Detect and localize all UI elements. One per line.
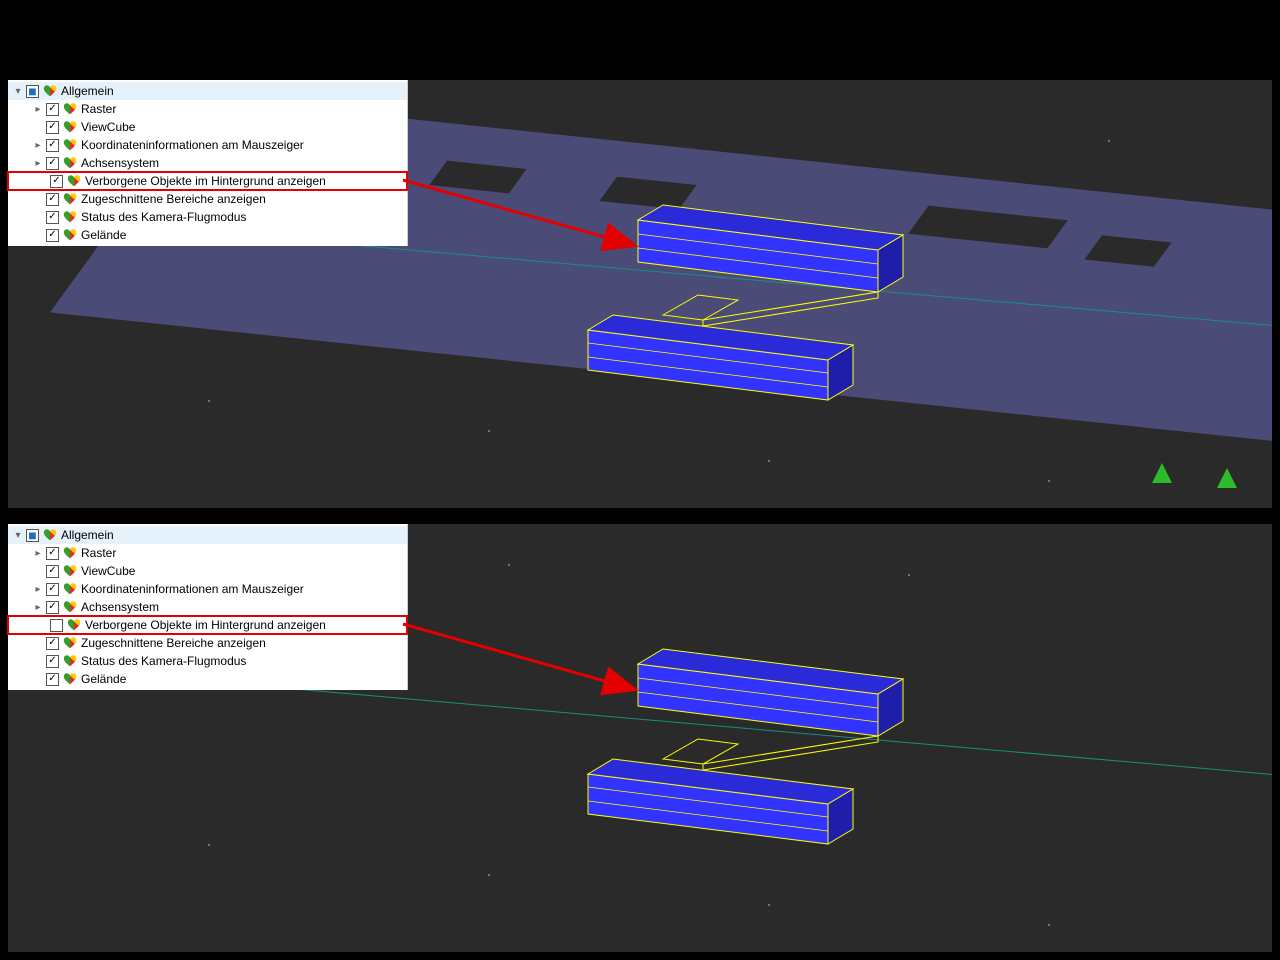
expander-icon[interactable]: ▸ <box>32 547 44 559</box>
tree-item-label: Koordinateninformationen am Mauszeiger <box>81 138 403 152</box>
checkbox[interactable] <box>50 619 63 632</box>
category-icon <box>63 564 77 578</box>
tree-item-label: Status des Kamera-Flugmodus <box>81 654 403 668</box>
grid-dot <box>488 430 490 432</box>
tree-item-row[interactable]: ✓ Gelände <box>8 670 407 688</box>
tree-item-row[interactable]: ▸ ✓ Achsensystem <box>8 598 407 616</box>
category-icon <box>63 138 77 152</box>
tree-root-row[interactable]: ▾ ■ Allgemein <box>8 526 407 544</box>
checkbox[interactable]: ✓ <box>46 211 59 224</box>
display-settings-tree-bottom[interactable]: ▾ ■ Allgemein ▸ ✓ Raster ✓ ViewCube ▸ ✓ <box>8 524 408 690</box>
tree-item-row[interactable]: ✓ Status des Kamera-Flugmodus <box>8 652 407 670</box>
category-icon <box>43 528 57 542</box>
checkbox[interactable]: ✓ <box>46 121 59 134</box>
expander-icon[interactable]: ▸ <box>32 103 44 115</box>
grid-dot <box>908 574 910 576</box>
grid-dot <box>768 460 770 462</box>
category-icon <box>63 600 77 614</box>
tree-item-row[interactable]: ✓ Gelände <box>8 226 407 244</box>
expander-icon[interactable]: ▸ <box>32 601 44 613</box>
tree-item-row[interactable]: ▸ ✓ Achsensystem <box>8 154 407 172</box>
category-icon <box>63 120 77 134</box>
checkbox[interactable]: ✓ <box>46 103 59 116</box>
support-markers <box>1132 448 1252 498</box>
category-icon <box>63 582 77 596</box>
panel-with-hidden-on: ▾ ■ Allgemein ▸ ✓ Raster ✓ ViewCube ▸ ✓ <box>8 80 1272 508</box>
category-icon <box>63 210 77 224</box>
tree-item-row[interactable]: ▸ ✓ Raster <box>8 100 407 118</box>
category-icon <box>67 174 81 188</box>
panel-with-hidden-off: ▾ ■ Allgemein ▸ ✓ Raster ✓ ViewCube ▸ ✓ <box>8 524 1272 952</box>
checkbox[interactable]: ✓ <box>50 175 63 188</box>
tree-item-label: Koordinateninformationen am Mauszeiger <box>81 582 403 596</box>
tree-item-row[interactable]: ▸ ✓ Koordinateninformationen am Mauszeig… <box>8 136 407 154</box>
checkbox[interactable]: ✓ <box>46 655 59 668</box>
tree-item-row[interactable]: ✓ Zugeschnittene Bereiche anzeigen <box>8 190 407 208</box>
grid-dot <box>1048 924 1050 926</box>
category-icon <box>63 156 77 170</box>
tree-item-row[interactable]: ✓ Verborgene Objekte im Hintergrund anze… <box>8 172 407 190</box>
tree-item-row[interactable]: ✓ Zugeschnittene Bereiche anzeigen <box>8 634 407 652</box>
checkbox[interactable]: ■ <box>26 85 39 98</box>
checkbox[interactable]: ✓ <box>46 673 59 686</box>
expander-icon[interactable]: ▸ <box>32 139 44 151</box>
tree-item-label: Zugeschnittene Bereiche anzeigen <box>81 636 403 650</box>
category-icon <box>63 228 77 242</box>
grid-dot <box>488 874 490 876</box>
tree-item-row[interactable]: ✓ ViewCube <box>8 562 407 580</box>
category-icon <box>63 192 77 206</box>
grid-dot <box>508 564 510 566</box>
tree-item-label: Verborgene Objekte im Hintergrund anzeig… <box>85 618 403 632</box>
expander-icon[interactable]: ▾ <box>12 85 24 97</box>
category-icon <box>63 636 77 650</box>
checkbox[interactable]: ■ <box>26 529 39 542</box>
tree-root-row[interactable]: ▾ ■ Allgemein <box>8 82 407 100</box>
category-icon <box>63 546 77 560</box>
category-icon <box>63 672 77 686</box>
checkbox[interactable]: ✓ <box>46 193 59 206</box>
display-settings-tree-top[interactable]: ▾ ■ Allgemein ▸ ✓ Raster ✓ ViewCube ▸ ✓ <box>8 80 408 246</box>
checkbox[interactable]: ✓ <box>46 229 59 242</box>
tree-item-label: Zugeschnittene Bereiche anzeigen <box>81 192 403 206</box>
expander-icon[interactable]: ▸ <box>32 583 44 595</box>
grid-dot <box>208 400 210 402</box>
callout-arrow-bottom <box>403 619 663 719</box>
tree-item-row[interactable]: ▸ ✓ Koordinateninformationen am Mauszeig… <box>8 580 407 598</box>
tree-item-label: Achsensystem <box>81 600 403 614</box>
tree-item-label: Raster <box>81 102 403 116</box>
tree-item-label: ViewCube <box>81 120 403 134</box>
tree-item-label: Raster <box>81 546 403 560</box>
tree-item-label: Achsensystem <box>81 156 403 170</box>
category-icon <box>63 654 77 668</box>
tree-item-label: Gelände <box>81 228 403 242</box>
expander-icon[interactable]: ▾ <box>12 529 24 541</box>
checkbox[interactable]: ✓ <box>46 547 59 560</box>
checkbox[interactable]: ✓ <box>46 583 59 596</box>
tree-item-row[interactable]: ✓ Status des Kamera-Flugmodus <box>8 208 407 226</box>
category-icon <box>63 102 77 116</box>
checkbox[interactable]: ✓ <box>46 139 59 152</box>
tree-item-label: ViewCube <box>81 564 403 578</box>
checkbox[interactable]: ✓ <box>46 157 59 170</box>
grid-dot <box>1048 480 1050 482</box>
grid-dot <box>768 904 770 906</box>
expander-icon[interactable]: ▸ <box>32 157 44 169</box>
category-icon <box>67 618 81 632</box>
checkbox[interactable]: ✓ <box>46 601 59 614</box>
grid-dot <box>208 844 210 846</box>
tree-item-row[interactable]: Verborgene Objekte im Hintergrund anzeig… <box>8 616 407 634</box>
tree-item-label: Status des Kamera-Flugmodus <box>81 210 403 224</box>
checkbox[interactable]: ✓ <box>46 637 59 650</box>
callout-arrow-top <box>403 175 663 275</box>
grid-dot <box>1108 140 1110 142</box>
tree-item-label: Verborgene Objekte im Hintergrund anzeig… <box>85 174 403 188</box>
tree-item-row[interactable]: ▸ ✓ Raster <box>8 544 407 562</box>
checkbox[interactable]: ✓ <box>46 565 59 578</box>
tree-item-label: Gelände <box>81 672 403 686</box>
tree-item-row[interactable]: ✓ ViewCube <box>8 118 407 136</box>
tree-item-label: Allgemein <box>61 528 403 542</box>
category-icon <box>43 84 57 98</box>
tree-item-label: Allgemein <box>61 84 403 98</box>
